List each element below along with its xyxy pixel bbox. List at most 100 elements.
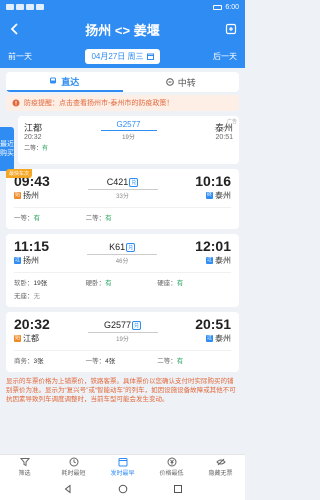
departure-time: 20:32 — [14, 316, 50, 332]
tab-direct[interactable]: 直达 — [6, 72, 123, 92]
bottom-nav: 筛选 耗时最短 发时最早 价格最低 隐藏无票 — [0, 454, 245, 478]
departure-badge: 过 — [14, 257, 21, 264]
seat-availability: 二等：有 — [157, 355, 229, 365]
ad-seat-info: 二等：有 — [24, 143, 233, 152]
train-card[interactable]: 11:15 过扬州 K61 兑 46分 12:01 过泰州 软卧：19张 硬卧：有 硬座：有 无座：… — [6, 234, 239, 307]
date-picker[interactable]: 04月27日 周三 — [85, 48, 160, 64]
date-bar: 前一天 04月27日 周三 后一天 — [0, 44, 245, 68]
exchange-tag: 兑 — [129, 178, 139, 188]
chevron-left-icon — [10, 23, 18, 35]
arrival-station: 泰州 — [215, 191, 231, 200]
departure-station: 扬州 — [23, 256, 39, 265]
nav-cheapest-label: 价格最低 — [159, 470, 184, 477]
nav-hide-soldout[interactable]: 隐藏无票 — [196, 455, 245, 478]
yen-icon — [167, 457, 176, 466]
train-card[interactable]: 最快车次 09:43 始扬州 C421 兑 33分 10:16 终泰州 一等：有 二等：有 — [6, 169, 239, 229]
ad-corner-label: 广告 — [226, 119, 237, 125]
seat-value: 有 — [105, 215, 112, 222]
recent-purchase-card[interactable]: 广告 江都 20:32 G2577 19分 泰州 20:51 二等：有 — [18, 116, 239, 164]
nav-earliest-label: 发时最早 — [110, 470, 135, 477]
status-icons — [6, 4, 44, 10]
seat-value: 有 — [33, 215, 41, 222]
back-button[interactable] — [6, 20, 22, 38]
nav-earliest[interactable]: 发时最早 — [98, 455, 147, 478]
seat-label: 无座： — [14, 293, 34, 300]
seat-label: 二等： — [85, 215, 106, 222]
fastest-tag: 最快车次 — [6, 169, 33, 178]
mode-tabs: 直达 中转 — [6, 72, 239, 92]
filter-icon — [19, 457, 30, 466]
arrival-station: 泰州 — [214, 256, 231, 265]
route-line — [87, 189, 158, 191]
arrival-time: 10:16 — [195, 173, 231, 189]
nav-shortest-label: 耗时最短 — [61, 470, 86, 477]
arrival-time: 12:01 — [195, 238, 231, 254]
back-triangle-icon[interactable] — [63, 484, 73, 494]
recent-purchase-tag[interactable]: 最近购买 — [0, 127, 14, 171]
date-label: 04月27日 周三 — [91, 51, 144, 61]
train-number: C421 — [106, 177, 129, 187]
ad-route-line — [100, 130, 157, 131]
recents-square-icon[interactable] — [173, 484, 183, 494]
arrival-station: 泰州 — [215, 334, 231, 343]
departure-time: 11:15 — [14, 238, 50, 254]
calendar-icon — [146, 53, 154, 60]
system-nav — [0, 478, 245, 500]
departure-badge: 始 — [14, 335, 21, 342]
seat-value: 无 — [33, 293, 41, 300]
status-right: 6:00 — [213, 4, 239, 11]
nav-cheapest[interactable]: 价格最低 — [147, 455, 196, 478]
train-number: K61 — [109, 242, 126, 252]
ad-from-time: 20:32 — [24, 133, 42, 141]
share-button[interactable] — [223, 21, 239, 37]
nav-filter[interactable]: 筛选 — [0, 455, 49, 478]
notice-text: 防疫提醒：点击查看扬州市-泰州市的防疫政策！ — [24, 100, 174, 107]
seat-value: 4张 — [105, 358, 116, 365]
seat-label: 硬座： — [157, 280, 177, 287]
next-day-button[interactable]: 后一天 — [213, 51, 237, 62]
travel-duration: 33分 — [116, 194, 129, 201]
share-icon — [225, 23, 237, 35]
ad-from-station: 江都 — [24, 122, 43, 133]
seat-value: 有 — [176, 358, 184, 365]
arrival-badge: 过 — [205, 257, 213, 264]
seat-availability: 商务：3张 — [14, 355, 86, 365]
ad-train-number: G2577 — [116, 120, 141, 129]
seat-list: 一等：有 二等：有 — [14, 207, 231, 225]
travel-duration: 19分 — [116, 337, 129, 344]
ad-to-time: 20:51 — [215, 133, 233, 141]
epidemic-notice[interactable]: 防疫提醒：点击查看扬州市-泰州市的防疫政策！ — [6, 95, 239, 111]
seat-label: 二等： — [157, 358, 177, 365]
seat-value: 有 — [105, 280, 112, 287]
departure-badge: 始 — [14, 192, 21, 199]
tab-direct-label: 直达 — [61, 76, 80, 87]
seat-list: 软卧：19张 硬卧：有 硬座：有 无座：无 — [14, 272, 231, 303]
disclaimer: 显示的车票价格为上铺票价，铁路客票。具体票价以您确认支付时实际购买的铺别票价为准… — [6, 378, 236, 403]
seat-availability: 一等：有 — [14, 212, 86, 222]
seat-label: 一等： — [14, 215, 34, 222]
tab-transfer[interactable]: 中转 — [123, 72, 240, 92]
status-time: 6:00 — [225, 3, 239, 11]
arrival-badge: 过 — [206, 335, 213, 342]
train-card[interactable]: 20:32 始江都 G2577 兑 19分 20:51 过泰州 商务：3张 一等：4张 二等：有 — [6, 312, 239, 372]
clock-icon — [69, 457, 78, 466]
train-icon — [50, 77, 57, 84]
route-line — [87, 332, 158, 334]
nav-filter-label: 筛选 — [18, 470, 31, 477]
departure-station: 江都 — [23, 334, 39, 343]
eye-off-icon — [215, 458, 226, 465]
battery-icon — [213, 4, 223, 10]
tab-transfer-label: 中转 — [177, 77, 196, 88]
seat-value: 19张 — [33, 280, 48, 287]
departure-station: 扬州 — [23, 191, 39, 200]
seat-list: 商务：3张 一等：4张 二等：有 — [14, 350, 231, 368]
train-list: 最快车次 09:43 始扬州 C421 兑 33分 10:16 终泰州 一等：有 二等：有 11:1… — [0, 169, 245, 372]
prev-day-button[interactable]: 前一天 — [8, 51, 32, 62]
status-bar: 6:00 — [0, 0, 245, 14]
nav-shortest[interactable]: 耗时最短 — [49, 455, 98, 478]
seat-label: 软卧： — [14, 280, 34, 287]
seat-label: 商务： — [14, 358, 34, 365]
home-circle-icon[interactable] — [118, 484, 128, 494]
seat-availability: 无座：无 — [14, 290, 86, 300]
train-number: G2577 — [103, 320, 131, 330]
